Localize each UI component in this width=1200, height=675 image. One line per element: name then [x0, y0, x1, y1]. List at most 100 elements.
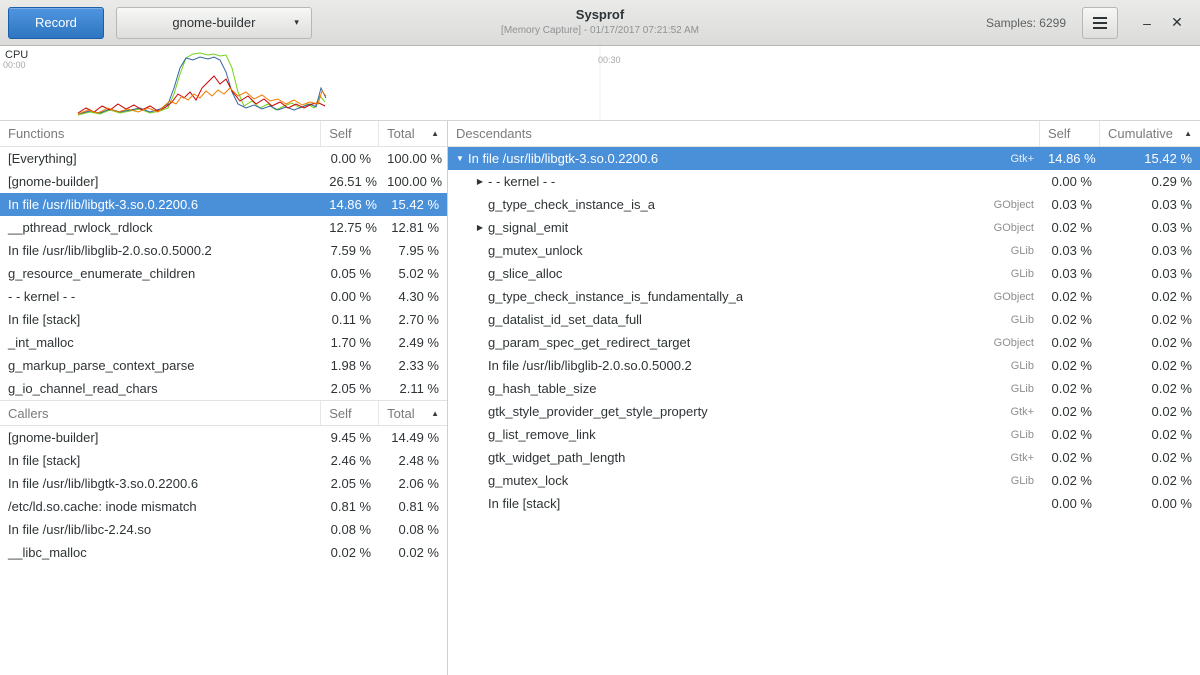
table-row[interactable]: In file /usr/lib/libc-2.24.so0.08 %0.08 …: [0, 518, 447, 541]
capture-subtitle: [Memory Capture] - 01/17/2017 07:21:52 A…: [501, 25, 699, 36]
table-row[interactable]: [gnome-builder]26.51 %100.00 %: [0, 170, 447, 193]
function-name: In file /usr/lib/libgtk-3.so.0.2200.6: [0, 197, 321, 212]
library-badge: GLib: [1003, 360, 1040, 372]
record-button[interactable]: Record: [8, 7, 104, 39]
chevron-down-icon: ▾: [294, 17, 299, 28]
cpu-graph-area[interactable]: CPU 00:00 00:30: [0, 46, 1200, 121]
self-percent: 7.59 %: [321, 243, 379, 258]
headerbar: Record gnome-builder ▾ Sysprof [Memory C…: [0, 0, 1200, 46]
library-badge: GLib: [1003, 429, 1040, 441]
cpu-line-blue: [78, 57, 326, 114]
table-row[interactable]: __libc_malloc0.02 %0.02 %: [0, 541, 447, 564]
descendant-name-cell: g_mutex_unlockGLib: [448, 243, 1040, 258]
function-name: /etc/ld.so.cache: inode mismatch: [0, 499, 321, 514]
total-percent: 2.06 %: [379, 476, 447, 491]
self-percent: 9.45 %: [321, 430, 379, 445]
cumulative-percent: 0.02 %: [1100, 450, 1200, 465]
cumulative-percent: 0.03 %: [1100, 197, 1200, 212]
table-row[interactable]: /etc/ld.so.cache: inode mismatch0.81 %0.…: [0, 495, 447, 518]
self-percent: 2.05 %: [321, 476, 379, 491]
samples-count: Samples: 6299: [986, 16, 1066, 30]
total-percent: 100.00 %: [379, 174, 447, 189]
total-percent: 14.49 %: [379, 430, 447, 445]
column-header-callers[interactable]: Callers: [0, 401, 321, 425]
table-row[interactable]: In file /usr/lib/libgtk-3.so.0.2200.614.…: [0, 193, 447, 216]
table-row[interactable]: ▶g_signal_emitGObject0.02 %0.03 %: [448, 216, 1200, 239]
total-percent: 0.08 %: [379, 522, 447, 537]
table-row[interactable]: g_list_remove_linkGLib0.02 %0.02 %: [448, 423, 1200, 446]
table-row[interactable]: gtk_style_provider_get_style_propertyGtk…: [448, 400, 1200, 423]
self-percent: 1.98 %: [321, 358, 379, 373]
column-header-total[interactable]: Total ▲: [379, 121, 447, 146]
function-name: g_hash_table_size: [488, 381, 596, 396]
table-row[interactable]: In file [stack]2.46 %2.48 %: [0, 449, 447, 472]
table-row[interactable]: g_param_spec_get_redirect_targetGObject0…: [448, 331, 1200, 354]
cumulative-percent: 15.42 %: [1100, 151, 1200, 166]
expander-open-icon[interactable]: ▼: [452, 154, 468, 163]
total-percent: 100.00 %: [379, 151, 447, 166]
table-row[interactable]: g_markup_parse_context_parse1.98 %2.33 %: [0, 354, 447, 377]
table-row[interactable]: __pthread_rwlock_rdlock12.75 %12.81 %: [0, 216, 447, 239]
table-row[interactable]: g_type_check_instance_is_aGObject0.03 %0…: [448, 193, 1200, 216]
time-start-label: 00:00: [3, 60, 26, 70]
cumulative-percent: 0.29 %: [1100, 174, 1200, 189]
total-percent: 2.49 %: [379, 335, 447, 350]
table-row[interactable]: g_mutex_unlockGLib0.03 %0.03 %: [448, 239, 1200, 262]
table-row[interactable]: g_resource_enumerate_children0.05 %5.02 …: [0, 262, 447, 285]
cumulative-percent: 0.02 %: [1100, 473, 1200, 488]
self-percent: 12.75 %: [321, 220, 379, 235]
column-header-functions[interactable]: Functions: [0, 121, 321, 146]
expander-closed-icon[interactable]: ▶: [472, 177, 488, 186]
function-name: g_io_channel_read_chars: [0, 381, 321, 396]
table-row[interactable]: g_hash_table_sizeGLib0.02 %0.02 %: [448, 377, 1200, 400]
total-percent: 2.48 %: [379, 453, 447, 468]
table-row[interactable]: g_type_check_instance_is_fundamentally_a…: [448, 285, 1200, 308]
table-row[interactable]: - - kernel - -0.00 %4.30 %: [0, 285, 447, 308]
function-name: [gnome-builder]: [0, 174, 321, 189]
column-header-self[interactable]: Self: [321, 401, 379, 425]
self-percent: 0.02 %: [321, 545, 379, 560]
table-row[interactable]: g_slice_allocGLib0.03 %0.03 %: [448, 262, 1200, 285]
callers-table-body: [gnome-builder]9.45 %14.49 %In file [sta…: [0, 426, 447, 564]
cumulative-percent: 0.03 %: [1100, 220, 1200, 235]
table-row[interactable]: gtk_widget_path_lengthGtk+0.02 %0.02 %: [448, 446, 1200, 469]
self-percent: 1.70 %: [321, 335, 379, 350]
total-percent: 2.70 %: [379, 312, 447, 327]
column-header-cumulative[interactable]: Cumulative ▲: [1100, 121, 1200, 146]
table-row[interactable]: g_datalist_id_set_data_fullGLib0.02 %0.0…: [448, 308, 1200, 331]
self-percent: 0.02 %: [1040, 358, 1100, 373]
library-badge: GLib: [1003, 475, 1040, 487]
minimize-button[interactable]: –: [1132, 15, 1162, 31]
table-row[interactable]: [Everything]0.00 %100.00 %: [0, 147, 447, 170]
table-row[interactable]: g_mutex_lockGLib0.02 %0.02 %: [448, 469, 1200, 492]
menu-button[interactable]: [1082, 7, 1118, 39]
table-row[interactable]: g_io_channel_read_chars2.05 %2.11 %: [0, 377, 447, 400]
table-row[interactable]: In file [stack]0.11 %2.70 %: [0, 308, 447, 331]
function-name: In file [stack]: [0, 453, 321, 468]
function-name: g_markup_parse_context_parse: [0, 358, 321, 373]
close-button[interactable]: ✕: [1162, 14, 1192, 31]
cumulative-percent: 0.02 %: [1100, 381, 1200, 396]
table-row[interactable]: _int_malloc1.70 %2.49 %: [0, 331, 447, 354]
descendant-name-cell: g_param_spec_get_redirect_targetGObject: [448, 335, 1040, 350]
cumulative-percent: 0.03 %: [1100, 266, 1200, 281]
self-percent: 0.81 %: [321, 499, 379, 514]
column-header-total[interactable]: Total ▲: [379, 401, 447, 425]
self-percent: 0.02 %: [1040, 450, 1100, 465]
function-name: g_datalist_id_set_data_full: [488, 312, 642, 327]
expander-closed-icon[interactable]: ▶: [472, 223, 488, 232]
table-row[interactable]: In file /usr/lib/libglib-2.0.so.0.5000.2…: [448, 354, 1200, 377]
total-percent: 2.33 %: [379, 358, 447, 373]
descendant-name-cell: gtk_style_provider_get_style_propertyGtk…: [448, 404, 1040, 419]
table-row[interactable]: ▶- - kernel - -0.00 %0.29 %: [448, 170, 1200, 193]
column-header-descendants[interactable]: Descendants: [448, 121, 1040, 146]
column-header-self[interactable]: Self: [1040, 121, 1100, 146]
table-row[interactable]: In file /usr/lib/libgtk-3.so.0.2200.62.0…: [0, 472, 447, 495]
table-row[interactable]: [gnome-builder]9.45 %14.49 %: [0, 426, 447, 449]
target-selector-dropdown[interactable]: gnome-builder ▾: [116, 7, 312, 39]
descendant-name-cell: g_hash_table_sizeGLib: [448, 381, 1040, 396]
table-row[interactable]: In file /usr/lib/libglib-2.0.so.0.5000.2…: [0, 239, 447, 262]
column-header-self[interactable]: Self: [321, 121, 379, 146]
table-row[interactable]: In file [stack]0.00 %0.00 %: [448, 492, 1200, 515]
table-row[interactable]: ▼In file /usr/lib/libgtk-3.so.0.2200.6Gt…: [448, 147, 1200, 170]
